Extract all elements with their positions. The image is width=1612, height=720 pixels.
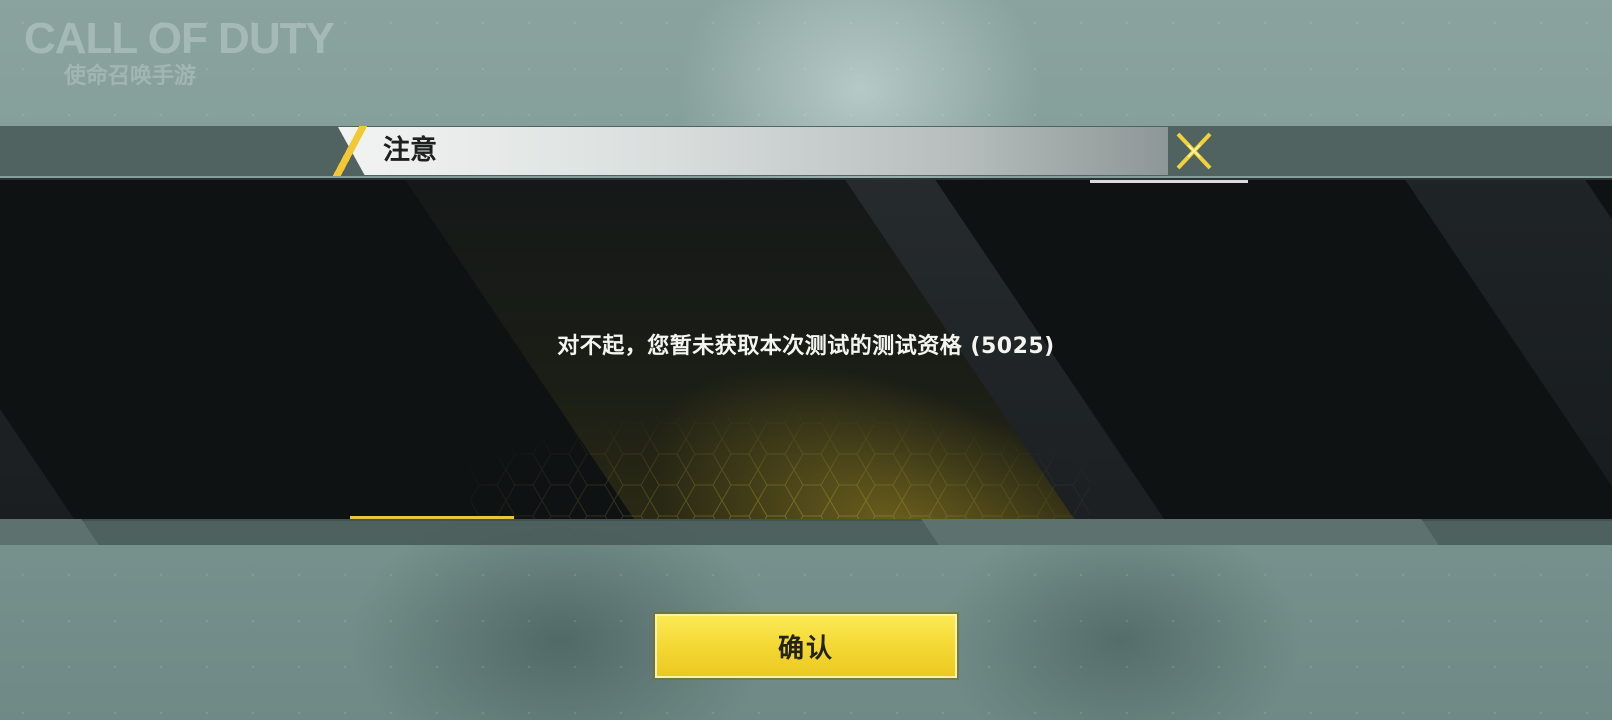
dialog-panel: 对不起，您暂未获取本次测试的测试资格 (5025) (0, 178, 1612, 521)
dialog-title: 注意 (383, 135, 437, 166)
close-button[interactable] (1170, 130, 1218, 174)
panel-top-highlight (1090, 180, 1248, 183)
logo-title: CALL OF DUTY (24, 14, 335, 63)
game-logo: CALL OF DUTY 使命召唤手游 (24, 14, 335, 100)
lower-decor-stripe (921, 519, 1439, 545)
lower-decor-stripe (0, 519, 99, 545)
close-x-icon (1176, 132, 1212, 170)
confirm-button[interactable]: 确认 (653, 612, 959, 680)
dialog-message: 对不起，您暂未获取本次测试的测试资格 (5025) (557, 334, 1055, 359)
game-screen: CALL OF DUTY 使命召唤手游 注意 对不起，您暂未获取本次测试的测试资… (0, 0, 1612, 720)
title-accent-stripe (330, 126, 370, 176)
dialog-title-tab (338, 127, 1168, 175)
logo-subtitle: 使命召唤手游 (64, 64, 197, 89)
confirm-button-label: 确认 (777, 633, 834, 664)
